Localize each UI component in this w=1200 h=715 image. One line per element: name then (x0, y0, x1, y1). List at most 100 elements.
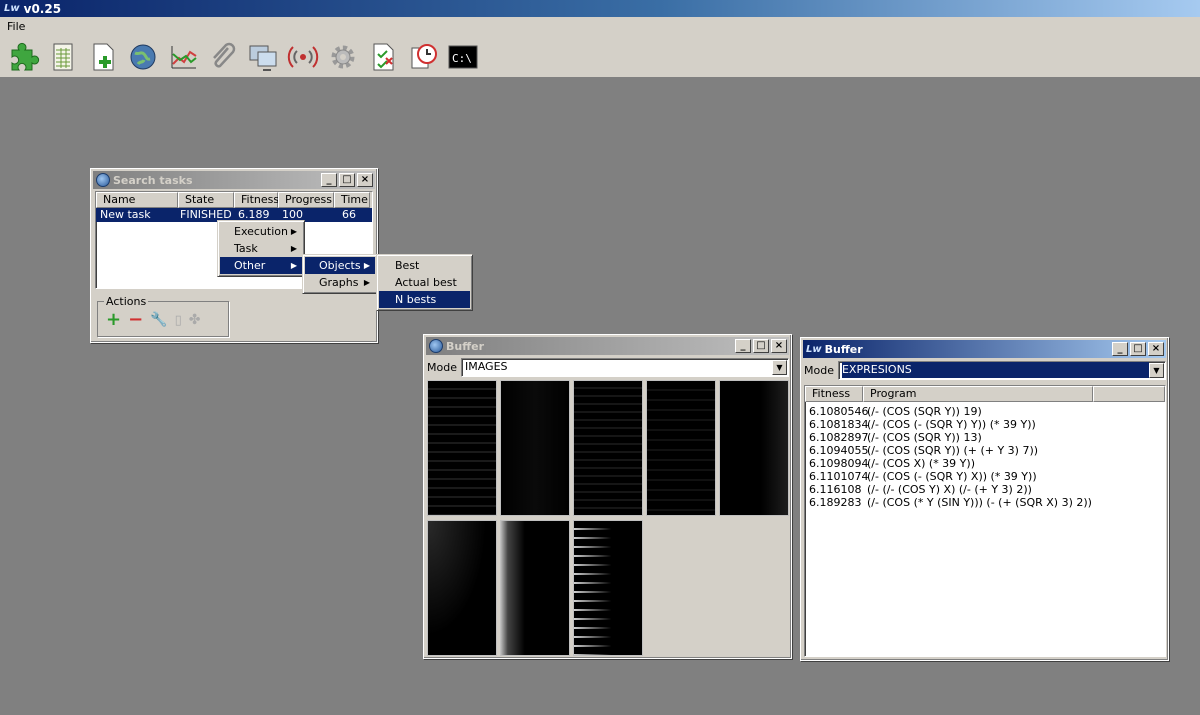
gear-icon (331, 45, 355, 68)
mode-select[interactable]: EXPRESIONS ▼ (837, 361, 1166, 380)
cell-fitness: 6.1081834 (809, 418, 869, 431)
document-icon[interactable]: ▯ (175, 313, 182, 328)
menu-item-actual-best[interactable]: Actual best (379, 274, 470, 291)
mode-select[interactable]: IMAGES ▼ (460, 358, 789, 377)
console-button[interactable]: C:\ (443, 38, 483, 76)
app-logo: Lw (4, 3, 20, 14)
globe-button[interactable] (123, 38, 163, 76)
dropdown-arrow-icon[interactable]: ▼ (1149, 363, 1164, 378)
window-title: Search tasks (113, 173, 193, 187)
menu-file[interactable]: File (6, 20, 26, 33)
document-check-button[interactable] (363, 38, 403, 76)
cell-program: (/- (COS (- (SQR Y) Y)) (* 39 Y)) (867, 418, 1036, 431)
mode-label: Mode (804, 364, 834, 377)
menu-item-best[interactable]: Best (379, 257, 470, 274)
table-row[interactable]: 6.1082897(/- (COS (SQR Y)) 13) (809, 431, 1165, 444)
image-thumbnail[interactable] (500, 520, 570, 656)
column-header[interactable]: Fitness (805, 386, 863, 402)
menu-item-n-bests[interactable]: N bests (379, 291, 470, 308)
table-row[interactable]: 6.1081834(/- (COS (- (SQR Y) Y)) (* 39 Y… (809, 418, 1165, 431)
image-thumbnail[interactable] (573, 520, 643, 656)
gear-button[interactable] (323, 38, 363, 76)
submenu-arrow-icon: ▶ (290, 261, 297, 270)
menu-item-objects[interactable]: Objects ▶ (305, 257, 375, 274)
puzzle-piece-icon (11, 42, 40, 70)
expressions-table: Fitness Program 6.1080546(/- (COS (SQR Y… (804, 385, 1166, 657)
maximize-button[interactable]: □ (339, 173, 355, 187)
puzzle-icon[interactable]: ✤ (189, 312, 201, 328)
minimize-button[interactable]: _ (735, 339, 751, 353)
alarm-clock-button[interactable] (403, 38, 443, 76)
table-row[interactable]: 6.1101074(/- (COS (- (SQR Y) X)) (* 39 Y… (809, 470, 1165, 483)
new-document-button[interactable] (83, 38, 123, 76)
menu-item-task[interactable]: Task ▶ (220, 240, 302, 257)
column-header[interactable]: Fitness (234, 192, 279, 208)
menu-item-label: Graphs (319, 276, 359, 289)
spreadsheet-icon (53, 43, 73, 70)
buffer-images-titlebar: Buffer _ □ × (426, 337, 789, 355)
add-icon[interactable]: + (106, 311, 121, 329)
menu-item-other[interactable]: Other ▶ (220, 257, 302, 274)
paperclip-icon (213, 42, 236, 68)
mode-label: Mode (427, 361, 457, 374)
actions-group: Actions + − 🔧 ▯ ✤ (97, 295, 229, 337)
context-menu: Execution ▶ Task ▶ Other ▶ (217, 220, 305, 277)
table-row[interactable]: 6.1080546(/- (COS (SQR Y)) 19) (809, 405, 1165, 418)
cell-fitness: 6.1080546 (809, 405, 869, 418)
menu-item-label: N bests (395, 293, 437, 306)
cell-program: (/- (COS (SQR Y)) 19) (867, 405, 982, 418)
wrench-icon[interactable]: 🔧 (150, 312, 167, 328)
line-chart-button[interactable] (163, 38, 203, 76)
submenu-other: Objects ▶ Graphs ▶ (302, 254, 378, 294)
close-button[interactable]: × (771, 339, 787, 353)
window-title: Buffer (824, 342, 863, 356)
dropdown-arrow-icon[interactable]: ▼ (772, 360, 787, 375)
image-thumbnail[interactable] (427, 380, 497, 516)
menu-item-label: Task (234, 242, 258, 255)
minimize-button[interactable]: _ (321, 173, 337, 187)
menu-item-label: Best (395, 259, 420, 272)
puzzle-piece-button[interactable] (3, 38, 43, 76)
table-row[interactable]: 6.189283 (/- (COS (* Y (SIN Y))) (- (+ (S… (809, 496, 1165, 509)
table-row[interactable]: 6.116108 (/- (/- (COS Y) X) (/- (+ Y 3) 2… (809, 483, 1165, 496)
image-thumbnail[interactable] (573, 380, 643, 516)
table-row[interactable]: 6.1098094(/- (COS X) (* 39 Y)) (809, 457, 1165, 470)
menu-item-execution[interactable]: Execution ▶ (220, 223, 302, 240)
image-thumbnail[interactable] (719, 380, 789, 516)
maximize-button[interactable]: □ (1130, 342, 1146, 356)
buffer-expressions-window: Lw Buffer _ □ × Mode EXPRESIONS ▼ Fitnes… (800, 337, 1169, 661)
cell-name: New task (100, 208, 151, 221)
image-thumbnail[interactable] (500, 380, 570, 516)
new-document-icon (93, 43, 114, 70)
svg-text:C:\: C:\ (452, 52, 472, 65)
remove-icon[interactable]: − (128, 311, 143, 329)
paperclip-button[interactable] (203, 38, 243, 76)
close-button[interactable]: × (1148, 342, 1164, 356)
signal-icon (287, 45, 319, 68)
table-row[interactable]: 6.1094055(/- (COS (SQR Y)) (+ (+ Y 3) 7)… (809, 444, 1165, 457)
monitors-button[interactable] (243, 38, 283, 76)
column-header[interactable]: Program (863, 386, 1093, 402)
column-header[interactable]: Time (334, 192, 370, 208)
cell-program: (/- (COS (- (SQR Y) X)) (* 39 Y)) (867, 470, 1037, 483)
close-button[interactable]: × (357, 173, 373, 187)
spreadsheet-button[interactable] (43, 38, 83, 76)
minimize-button[interactable]: _ (1112, 342, 1128, 356)
window-logo-icon (429, 339, 443, 353)
submenu-arrow-icon: ▶ (363, 278, 370, 287)
image-thumbnail[interactable] (646, 380, 716, 516)
images-grid (427, 380, 789, 656)
mode-row: Mode IMAGES ▼ (427, 358, 789, 377)
menu-item-graphs[interactable]: Graphs ▶ (305, 274, 375, 291)
signal-button[interactable] (283, 38, 323, 76)
cell-fitness: 6.1082897 (809, 431, 869, 444)
line-chart-icon (171, 45, 197, 68)
column-header[interactable]: Progress (278, 192, 334, 208)
submenu-arrow-icon: ▶ (363, 261, 370, 270)
maximize-button[interactable]: □ (753, 339, 769, 353)
column-header[interactable]: Name (96, 192, 178, 208)
column-header[interactable]: State (178, 192, 234, 208)
image-thumbnail[interactable] (427, 520, 497, 656)
toolbar: C:\ (0, 36, 1200, 78)
buffer-images-window: Buffer _ □ × Mode IMAGES ▼ (423, 334, 792, 659)
